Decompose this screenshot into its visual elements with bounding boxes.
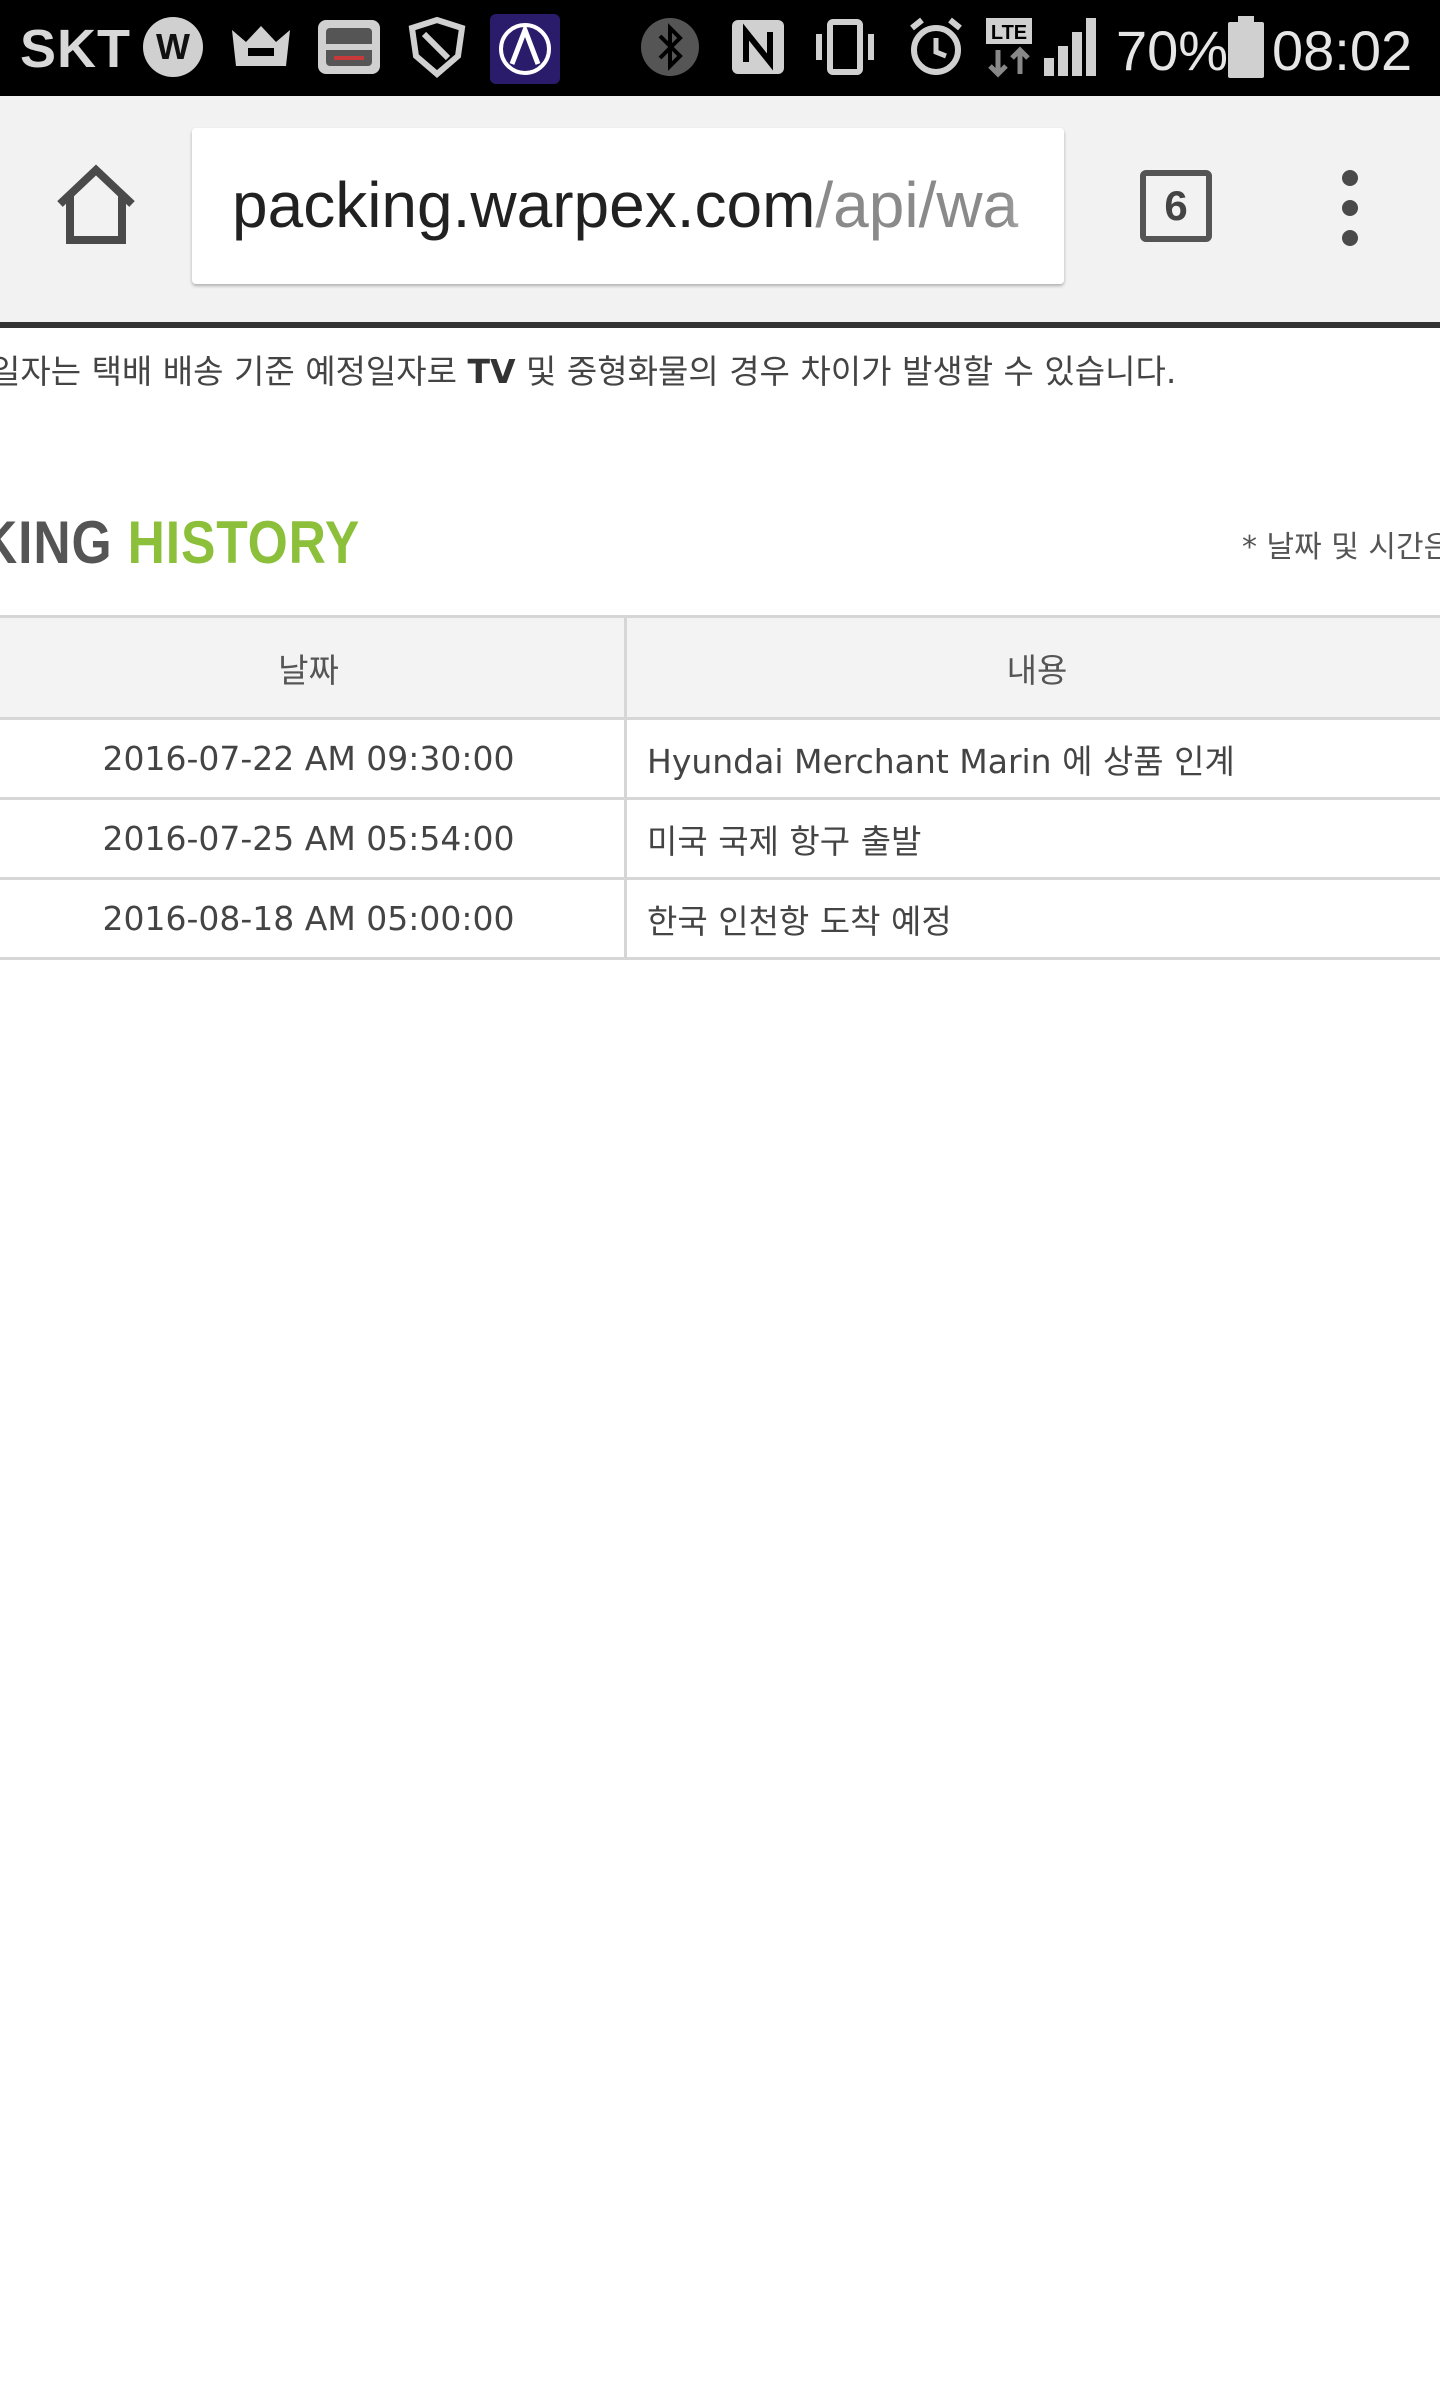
arc-app-icon (490, 14, 560, 84)
notice-text-2: 및 중형화물의 경우 차이가 발생할 수 있습니다. (515, 352, 1177, 391)
url-bar[interactable]: packing.warpex.com/api/wa (192, 128, 1064, 284)
tracking-history-table: 날짜 내용 2016-07-22 AM 09:30:00 Hyundai Mer… (0, 615, 1440, 960)
notice-text-1: 일자는 택배 배송 기준 예정일자로 (0, 352, 468, 391)
home-icon[interactable] (52, 160, 140, 248)
shield-app-icon (408, 16, 466, 78)
url-path: /api/wa (815, 169, 1019, 241)
url-fade (1004, 128, 1064, 284)
carrier-label: SKT (20, 19, 131, 79)
battery-icon (1228, 16, 1264, 78)
table-row: 2016-08-18 AM 05:00:00 한국 인천항 도착 예정 (0, 877, 1440, 960)
battery-percent: 70% (1116, 19, 1229, 82)
section-title-part2: HISTORY (127, 509, 361, 576)
alarm-icon (910, 17, 962, 75)
browser-toolbar: packing.warpex.com/api/wa 6 (0, 96, 1440, 322)
svg-text:W: W (156, 26, 190, 67)
whatsapp-w-icon: W (143, 17, 203, 77)
tab-switcher-button[interactable]: 6 (1140, 170, 1212, 242)
row-description: Hyundai Merchant Marin 에 상품 인계 (624, 717, 1440, 800)
section-title: KING HISTORY (0, 508, 360, 577)
status-bar: SKT W LTE 70% 08:02 (0, 0, 1440, 96)
url-text: packing.warpex.com/api/wa (232, 168, 1018, 242)
table-row: 2016-07-25 AM 05:54:00 미국 국제 항구 출발 (0, 797, 1440, 880)
row-description: 한국 인천항 도착 예정 (624, 877, 1440, 960)
table-header-row: 날짜 내용 (0, 615, 1440, 720)
vibrate-icon (816, 19, 874, 75)
nfc-icon (732, 20, 784, 74)
content-top-rule (0, 322, 1440, 328)
svg-text:LTE: LTE (991, 22, 1027, 44)
section-title-part1: KING (0, 509, 113, 576)
delivery-notice: 일자는 택배 배송 기준 예정일자로 TV 및 중형화물의 경우 차이가 발생할… (0, 345, 1176, 393)
row-description: 미국 국제 항구 출발 (624, 797, 1440, 880)
row-date: 2016-08-18 AM 05:00:00 (0, 877, 627, 960)
header-date: 날짜 (0, 615, 627, 720)
app-box-icon (318, 20, 380, 74)
row-date: 2016-07-22 AM 09:30:00 (0, 717, 627, 800)
signal-icon (1044, 18, 1096, 76)
clock: 08:02 (1272, 19, 1413, 82)
url-host: packing.warpex.com (232, 169, 816, 241)
notice-bold: TV (467, 352, 516, 391)
row-date: 2016-07-25 AM 05:54:00 (0, 797, 627, 880)
bluetooth-icon (641, 18, 699, 76)
app-crown-icon (232, 26, 290, 66)
table-row: 2016-07-22 AM 09:30:00 Hyundai Merchant … (0, 717, 1440, 800)
overflow-menu-icon[interactable] (1330, 168, 1370, 248)
timezone-note: * 날짜 및 시간은 (1242, 530, 1440, 565)
lte-icon: LTE (986, 18, 1032, 78)
header-description: 내용 (624, 615, 1440, 720)
